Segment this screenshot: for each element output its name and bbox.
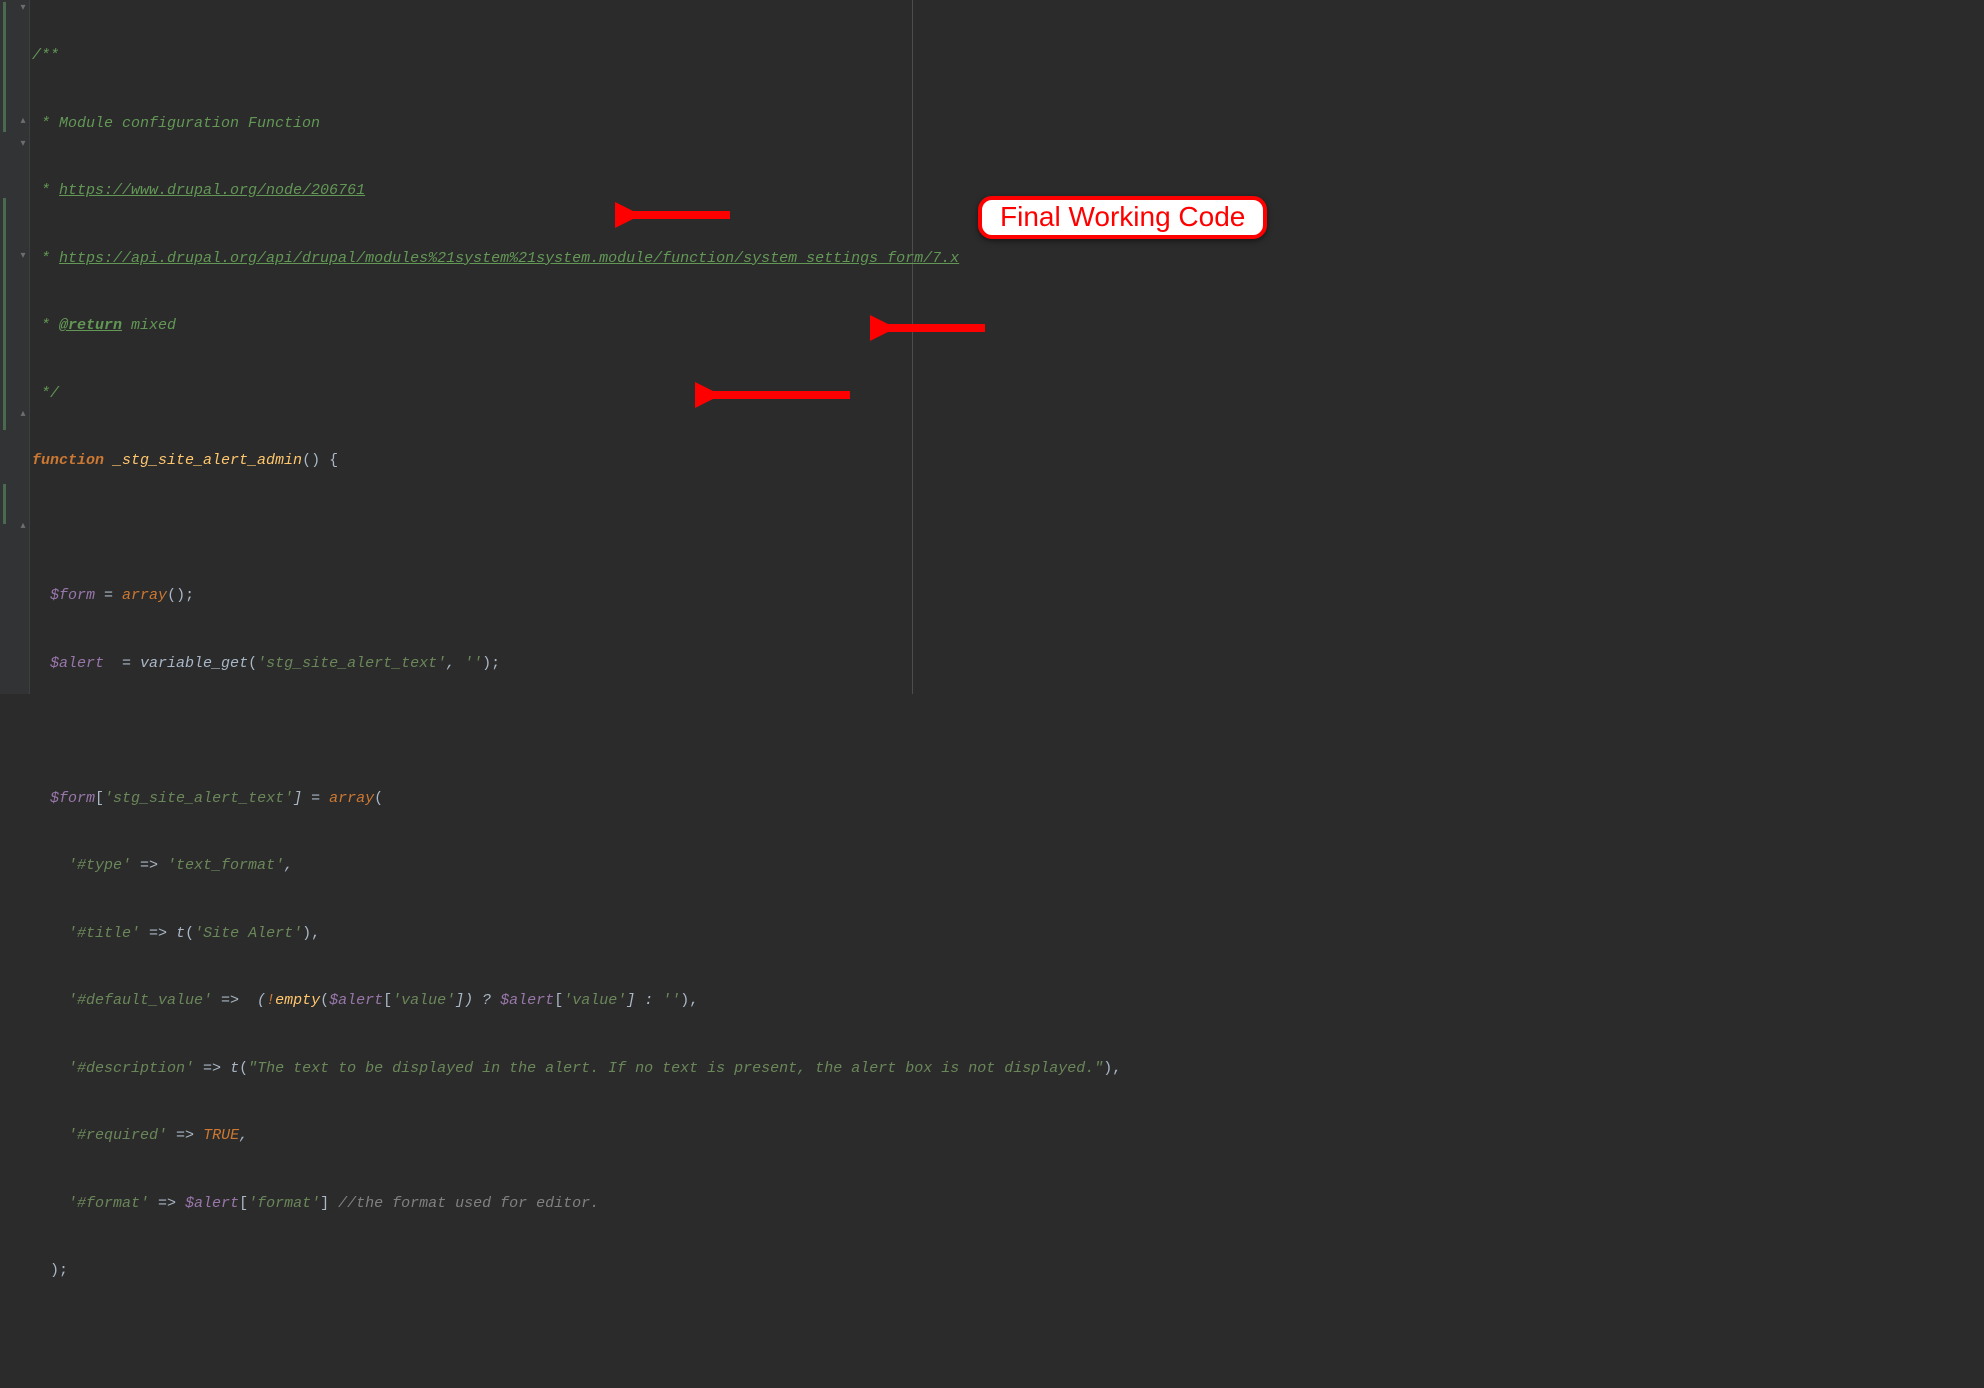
code-line: '#default_value' => (!empty($alert['valu… (32, 990, 1984, 1013)
fold-marker-icon[interactable]: ▾ (18, 252, 28, 262)
code-line: '#title' => t('Site Alert'), (32, 923, 1984, 946)
code-line: $alert = variable_get('stg_site_alert_te… (32, 653, 1984, 676)
change-marker (3, 484, 6, 524)
code-line: function _stg_site_alert_admin() { (32, 450, 1984, 473)
doc-tag: @return (59, 317, 122, 334)
fold-marker-icon[interactable]: ▾ (18, 4, 28, 14)
keyword: function (32, 452, 104, 469)
function-name: _stg_site_alert_admin (113, 452, 302, 469)
variable: $form (50, 790, 95, 807)
change-marker (3, 198, 6, 430)
doc-comment: /** (32, 47, 59, 64)
doc-link: https://api.drupal.org/api/drupal/module… (59, 250, 959, 267)
code-line: /** (32, 45, 1984, 68)
code-line: $form['stg_site_alert_text'] = array( (32, 788, 1984, 811)
code-line (32, 1328, 1984, 1351)
code-line: * @return mixed (32, 315, 1984, 338)
code-line: '#format' => $alert['format'] //the form… (32, 1193, 1984, 1216)
change-marker (3, 2, 6, 132)
variable: $form (50, 587, 95, 604)
fold-marker-icon[interactable]: ▴ (18, 117, 28, 127)
annotation-callout: Final Working Code (978, 196, 1267, 239)
line-comment: //the format used for editor. (338, 1195, 599, 1212)
code-line (32, 720, 1984, 743)
code-line (32, 518, 1984, 541)
code-line: ); (32, 1260, 1984, 1283)
code-line: '#type' => 'text_format', (32, 855, 1984, 878)
doc-link: https://www.drupal.org/node/206761 (59, 182, 365, 199)
fold-marker-icon[interactable]: ▾ (18, 140, 28, 150)
editor-gutter: ▾ ▴ ▾ ▾ ▴ ▴ (0, 0, 30, 694)
code-line: */ (32, 383, 1984, 406)
fold-marker-icon[interactable]: ▴ (18, 410, 28, 420)
code-line: $form = array(); (32, 585, 1984, 608)
fold-marker-icon[interactable]: ▴ (18, 522, 28, 532)
code-line: '#required' => TRUE, (32, 1125, 1984, 1148)
code-line: * Module configuration Function (32, 113, 1984, 136)
code-line: * https://api.drupal.org/api/drupal/modu… (32, 248, 1984, 271)
annotation-label: Final Working Code (1000, 201, 1245, 232)
code-line: '#description' => t("The text to be disp… (32, 1058, 1984, 1081)
variable: $alert (50, 655, 104, 672)
